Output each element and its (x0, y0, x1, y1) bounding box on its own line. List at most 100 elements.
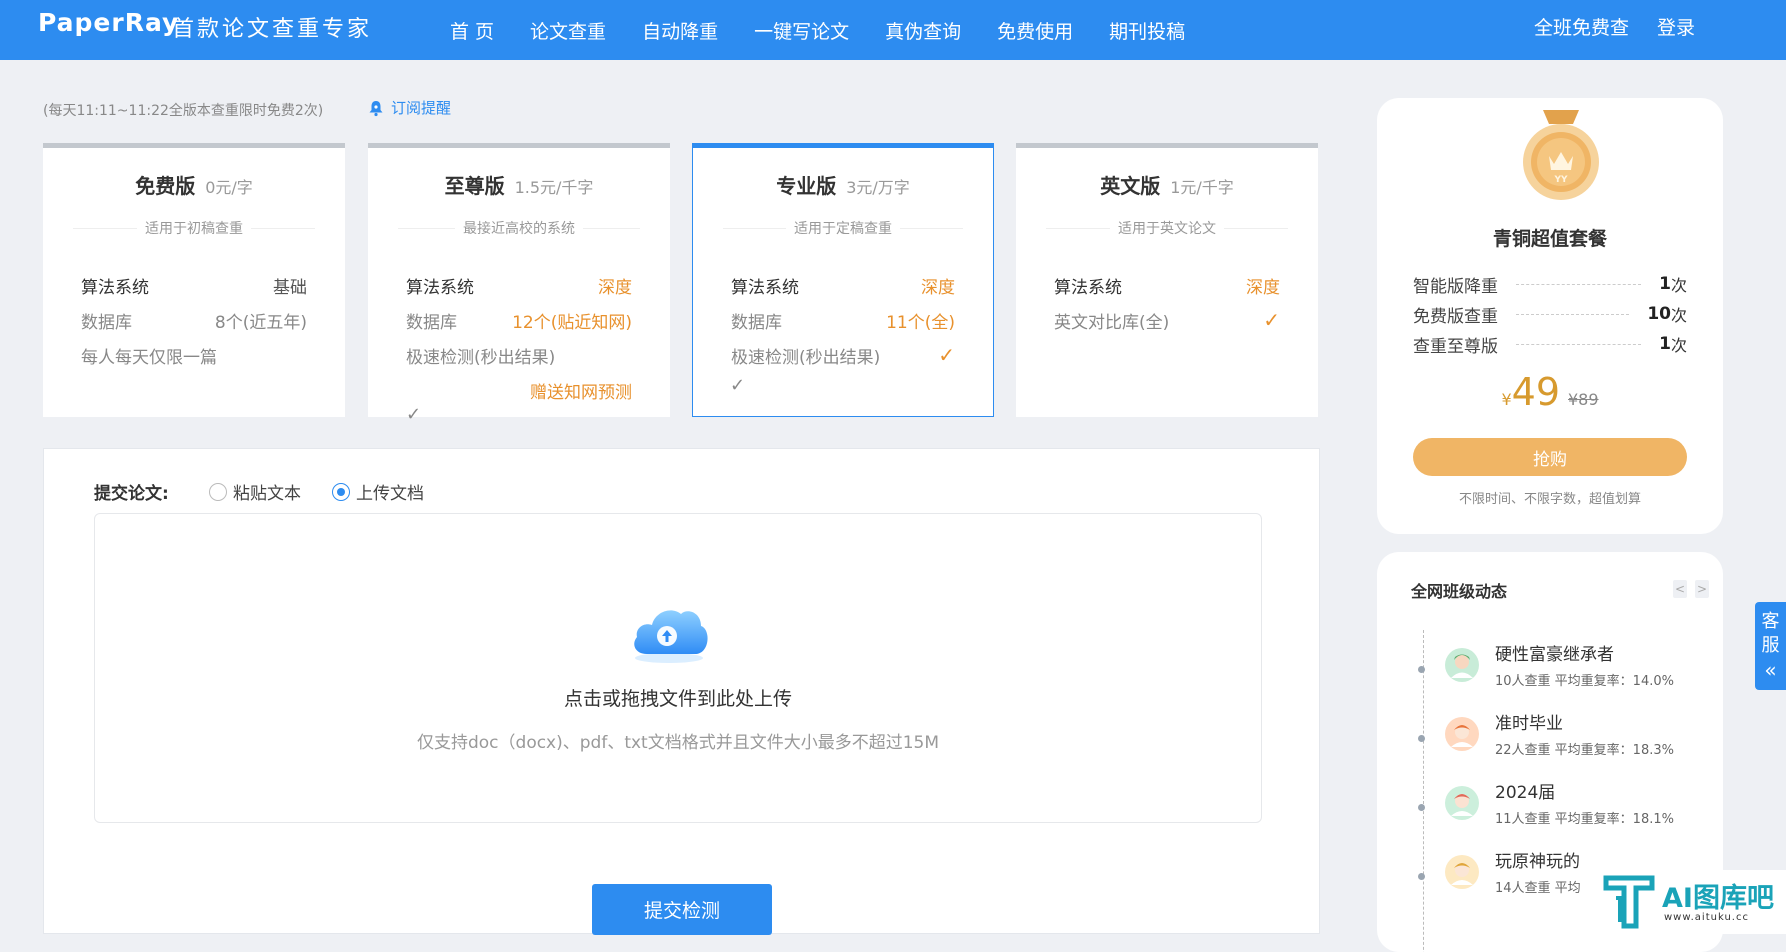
plan-price: 3元/万字 (846, 178, 910, 197)
plan-card-english[interactable]: 英文版 1元/千字 适用于英文论文 算法系统 深度 英文对比库(全) ✓ (1016, 143, 1318, 417)
feature-label: 数据库 (81, 313, 132, 333)
customer-service-tab[interactable]: 客服 « (1755, 602, 1786, 690)
package-item-unit: 次 (1670, 306, 1687, 325)
feature-value: 深度 (921, 278, 955, 298)
plan-card-professional[interactable]: 专业版 3元/万字 适用于定稿查重 算法系统 深度 数据库 11个(全) 极速检测… (692, 143, 994, 417)
plan-price: 1元/千字 (1170, 178, 1234, 197)
nav-auto-rewrite[interactable]: 自动降重 (642, 17, 718, 44)
check-icon: ✓ (1263, 308, 1280, 332)
avatar (1445, 648, 1479, 682)
package-item: 查重至尊版 1次 (1413, 332, 1687, 357)
feature-value: 11个(全) (886, 313, 955, 333)
site-logo[interactable]: PaperRay (38, 8, 179, 37)
plan-name: 专业版 (776, 174, 837, 198)
check-icon: ✓ (730, 375, 746, 396)
package-price: ¥49 ¥89 (1377, 370, 1723, 414)
class-name: 准时毕业 (1495, 714, 1563, 734)
plan-card-free[interactable]: 免费版 0元/字 适用于初稿查重 算法系统 基础 数据库 8个(近五年) 每人每天… (43, 143, 345, 417)
plan-feature: 算法系统 深度 (731, 273, 955, 298)
package-item-name: 查重至尊版 (1413, 336, 1498, 357)
upload-doc-option[interactable]: 上传文档 (332, 479, 424, 504)
feature-label: 英文对比库(全) (1054, 313, 1170, 333)
nav-journal-submission[interactable]: 期刊投稿 (1109, 17, 1185, 44)
radio-checked-icon[interactable] (332, 482, 350, 501)
check-icon: ✓ (938, 343, 955, 367)
package-title: 青铜超值套餐 (1492, 228, 1607, 250)
feature-label: 算法系统 (731, 278, 799, 298)
nav-free-use[interactable]: 免费使用 (997, 17, 1073, 44)
plan-name: 至尊版 (444, 174, 505, 198)
timeline-dot (1418, 666, 1425, 673)
class-stat: 10人查重 平均重复率：14.0% (1495, 674, 1674, 689)
nav-verify-report[interactable]: 真伪查询 (885, 17, 961, 44)
plan-desc: 最接近高校的系统 (398, 218, 640, 238)
subscribe-reminder-link[interactable]: 订阅提醒 (367, 97, 451, 118)
list-item[interactable]: 2024届 11人查重 平均重复率：18.1% (1411, 778, 1711, 838)
submit-paper-label: 提交论文: (94, 484, 169, 504)
double-chevron-left-icon: « (1764, 658, 1777, 682)
subscribe-label: 订阅提醒 (391, 99, 452, 117)
plan-name: 免费版 (135, 174, 196, 198)
plan-title: 专业版 3元/万字 (693, 170, 993, 199)
chevron-left-icon[interactable]: < (1673, 580, 1687, 598)
nav-home[interactable]: 首 页 (450, 17, 494, 44)
class-name: 2024届 (1495, 783, 1556, 803)
class-name: 玩原神玩的 (1495, 852, 1580, 872)
plan-name: 英文版 (1100, 174, 1161, 198)
check-icon: ✓ (406, 404, 422, 425)
submit-check-button[interactable]: 提交检测 (592, 884, 772, 935)
package-item: 免费版查重 10 次 (1413, 302, 1687, 327)
login-link[interactable]: 登录 (1657, 13, 1695, 40)
nav-write-paper[interactable]: 一键写论文 (754, 17, 849, 44)
plan-card-supreme[interactable]: 至尊版 1.5元/千字 最接近高校的系统 算法系统 深度 数据库 12个(贴近知网… (368, 143, 670, 425)
dotted-divider (1516, 313, 1630, 315)
dotted-divider (1516, 343, 1642, 345)
paste-text-option[interactable]: 粘贴文本 (209, 479, 301, 504)
buy-now-button[interactable]: 抢购 (1413, 438, 1687, 476)
feature-value: 基础 (273, 278, 307, 298)
list-item[interactable]: 准时毕业 22人查重 平均重复率：18.3% (1411, 709, 1711, 769)
timeline-dot (1418, 735, 1425, 742)
feature-label: 每人每天仅限一篇 (81, 348, 217, 368)
plan-desc-text: 适用于初稿查重 (137, 221, 251, 237)
chevron-right-icon[interactable]: > (1695, 580, 1709, 598)
feature-value: 赠送知网预测 (530, 383, 632, 403)
feature-value: 深度 (598, 278, 632, 298)
plan-desc: 适用于英文论文 (1046, 218, 1288, 238)
nav-plagiarism-check[interactable]: 论文查重 (530, 17, 606, 44)
class-free-check-link[interactable]: 全班免费查 (1534, 13, 1629, 40)
t-logo-icon (1603, 875, 1655, 929)
plan-desc: 适用于定稿查重 (723, 218, 963, 238)
package-item-count: 1 (1659, 334, 1671, 354)
service-label: 客服 (1761, 611, 1780, 656)
plan-title: 至尊版 1.5元/千字 (368, 170, 670, 199)
feature-label: 算法系统 (406, 278, 474, 298)
package-item-count: 1 (1659, 274, 1671, 294)
list-item[interactable]: 硬性富豪继承者 10人查重 平均重复率：14.0% (1411, 640, 1711, 700)
feature-value: 8个(近五年) (214, 313, 307, 333)
upload-instruction: 点击或拖拽文件到此处上传 (563, 688, 792, 710)
avatar (1445, 717, 1479, 751)
feature-label: 极速检测(秒出结果) (406, 348, 556, 368)
timeline-dot (1418, 873, 1425, 880)
bell-icon (369, 100, 383, 116)
package-item-count: 10 (1647, 304, 1671, 324)
feature-label: 极速检测(秒出结果) (731, 348, 881, 368)
plan-price: 0元/字 (205, 178, 253, 197)
package-item-unit: 次 (1670, 276, 1687, 295)
file-upload-dropzone[interactable]: 点击或拖拽文件到此处上传 仅支持doc（docx)、pdf、txt文档格式并且文… (94, 513, 1262, 823)
dynamics-title: 全网班级动态 (1411, 582, 1508, 601)
watermark-text: AI图库吧 (1662, 883, 1774, 914)
plan-feature: 极速检测(秒出结果) ✓ (731, 343, 955, 368)
plan-title: 免费版 0元/字 (43, 170, 345, 199)
price-original: ¥89 (1568, 390, 1599, 409)
radio-unchecked-icon[interactable] (209, 482, 227, 501)
plan-feature: 每人每天仅限一篇 (81, 343, 307, 368)
plan-desc-text: 适用于定稿查重 (786, 221, 900, 237)
avatar (1445, 855, 1479, 889)
dotted-divider (1516, 283, 1642, 285)
watermark: AI图库吧 www.aituku.cc (1594, 870, 1786, 934)
plan-title: 英文版 1元/千字 (1016, 170, 1318, 199)
plan-feature: 数据库 12个(贴近知网) (406, 308, 632, 333)
plan-desc-text: 适用于英文论文 (1110, 221, 1224, 237)
